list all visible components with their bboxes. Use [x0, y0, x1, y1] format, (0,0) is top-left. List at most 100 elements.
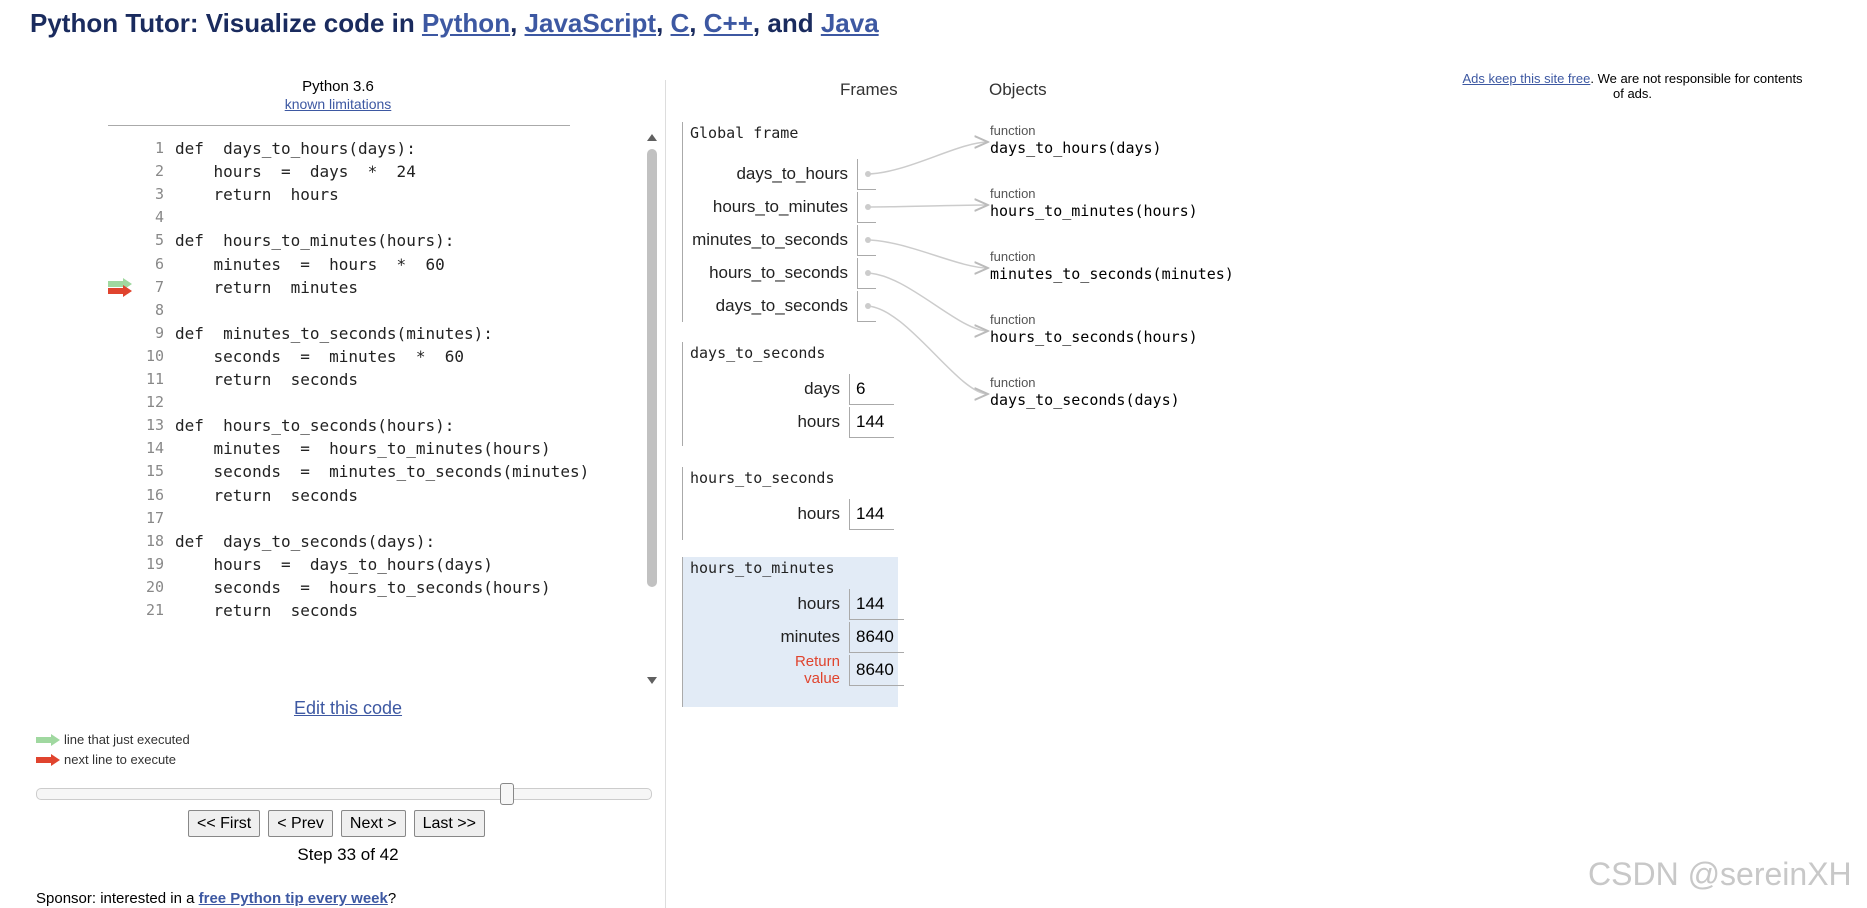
variable-value: 8640: [849, 655, 904, 686]
watermark: CSDN @sereinXH: [1588, 856, 1852, 892]
object-value: days_to_seconds(days): [990, 391, 1180, 409]
sponsor-prefix: Sponsor: interested in a: [36, 890, 199, 907]
variable-value: [857, 192, 876, 223]
object-value: minutes_to_seconds(minutes): [990, 265, 1234, 283]
function-object: function hours_to_minutes(hours): [990, 186, 1198, 220]
variable-value-text: 6: [856, 379, 866, 398]
pointer-dot: [865, 204, 871, 210]
frame-variable: hours_to_minutes: [683, 192, 883, 223]
scroll-up-icon[interactable]: [645, 131, 659, 143]
known-limitations-link[interactable]: known limitations: [285, 96, 392, 112]
object-value: hours_to_minutes(hours): [990, 202, 1198, 220]
frame-name: days_to_seconds: [690, 344, 826, 362]
variable-value-text: 8640: [856, 627, 894, 646]
function-object: function days_to_hours(days): [990, 123, 1162, 157]
ad-text: . We are not responsible for contents of…: [1590, 71, 1803, 101]
frame-variable: hours_to_seconds: [683, 258, 883, 289]
variable-value: [857, 258, 876, 289]
variable-value: 144: [849, 499, 894, 530]
variable-value: 144: [849, 407, 894, 438]
frame-name: Global frame: [690, 124, 799, 142]
object-value: hours_to_seconds(hours): [990, 328, 1198, 346]
function-object: function minutes_to_seconds(minutes): [990, 249, 1234, 283]
variable-value: 6: [849, 374, 894, 405]
edit-code-link[interactable]: Edit this code: [294, 698, 402, 718]
frame-name: hours_to_seconds: [690, 469, 835, 487]
visualization-panel: Frames Objects Global frame days_to_hours…: [666, 0, 1366, 908]
frame: days_to_secondsdays 6 hours 144: [682, 342, 894, 446]
variable-name: days_to_seconds: [715, 296, 848, 315]
frame-variable: minutes_to_seconds: [683, 225, 883, 256]
variable-name: days: [804, 379, 840, 398]
prev-button[interactable]: < Prev: [268, 810, 333, 837]
code-text: return seconds: [175, 601, 359, 620]
scroll-thumb[interactable]: [647, 149, 657, 587]
variable-value-text: 8640: [856, 660, 894, 679]
code-line: 21 return seconds: [108, 597, 628, 624]
variable-name: hours: [797, 594, 840, 613]
frame-variable: days_to_seconds: [683, 291, 883, 322]
object-type: function: [990, 312, 1036, 327]
code-divider: [108, 125, 570, 126]
next-button[interactable]: Next >: [340, 810, 406, 837]
variable-name: minutes: [780, 627, 840, 646]
first-button[interactable]: << First: [188, 810, 261, 837]
legend-next-line-label: next line to execute: [64, 752, 177, 767]
variable-name: days_to_hours: [736, 164, 848, 183]
legend-just-executed-label: line that just executed: [64, 732, 190, 747]
function-object: function days_to_seconds(days): [990, 375, 1180, 409]
line-number: 21: [145, 601, 164, 619]
pointer-arrow: [865, 239, 988, 268]
object-type: function: [990, 375, 1036, 390]
variable-value-text: 144: [856, 504, 885, 523]
sponsor-line: Sponsor: interested in a free Python tip…: [36, 890, 396, 907]
pointer-arrow: [865, 272, 988, 331]
variable-name: hours_to_seconds: [709, 263, 848, 282]
frame-variable: hours 144: [683, 499, 894, 530]
last-button[interactable]: Last >>: [413, 810, 485, 837]
sponsor-suffix: ?: [387, 890, 397, 907]
variable-name: minutes_to_seconds: [692, 230, 848, 249]
code-scrollbar[interactable]: [645, 131, 659, 687]
function-object: function hours_to_seconds(hours): [990, 312, 1198, 346]
green-arrow-icon: [36, 734, 60, 746]
red-arrow-icon: [36, 754, 60, 766]
object-type: function: [990, 123, 1036, 138]
frame-variable: days 6: [683, 374, 894, 405]
variable-value-text: 144: [856, 412, 885, 431]
frame-variable: days_to_hours: [683, 159, 883, 190]
pointer-arrow: [865, 205, 988, 207]
frame-variable: hours 144: [683, 407, 894, 438]
ad-link[interactable]: Ads keep this site free: [1462, 71, 1590, 86]
frame: hours_to_secondshours 144: [682, 467, 894, 540]
pointer-arrow: [865, 142, 988, 175]
frame-variable: hours 144: [683, 589, 904, 620]
edit-code-link-wrap: Edit this code: [108, 698, 588, 719]
frame: hours_to_minutes hours 144 minutes 8640 Retur…: [682, 557, 904, 707]
variable-name: hours: [797, 504, 840, 523]
object-type: function: [990, 186, 1036, 201]
step-slider-handle[interactable]: [500, 783, 515, 805]
return-value-label: Return value: [794, 653, 840, 687]
step-slider[interactable]: [36, 783, 652, 805]
legend-just-executed: line that just executed: [36, 730, 190, 750]
legend-next-line: next line to execute: [36, 750, 190, 770]
pointer-dot: [865, 303, 871, 309]
variable-value: 144: [849, 589, 904, 620]
scroll-down-icon[interactable]: [645, 675, 659, 687]
sponsor-link[interactable]: free Python tip every week: [199, 890, 388, 907]
variable-value: [857, 291, 876, 322]
variable-value: 8640: [849, 622, 904, 653]
variable-value-text: 144: [856, 594, 885, 613]
object-value: days_to_hours(days): [990, 139, 1162, 157]
pointer-dot: [865, 237, 871, 243]
pointer-dot: [865, 171, 871, 177]
red-arrow-icon: [108, 284, 132, 297]
variable-value: [857, 159, 876, 190]
variable-value: [857, 225, 876, 256]
arrow-legend: line that just executed next line to exe…: [36, 730, 190, 770]
variable-name: hours: [797, 412, 840, 431]
step-counter: Step 33 of 42: [297, 845, 399, 864]
known-limitations-link-wrap: known limitations: [108, 96, 568, 112]
object-type: function: [990, 249, 1036, 264]
